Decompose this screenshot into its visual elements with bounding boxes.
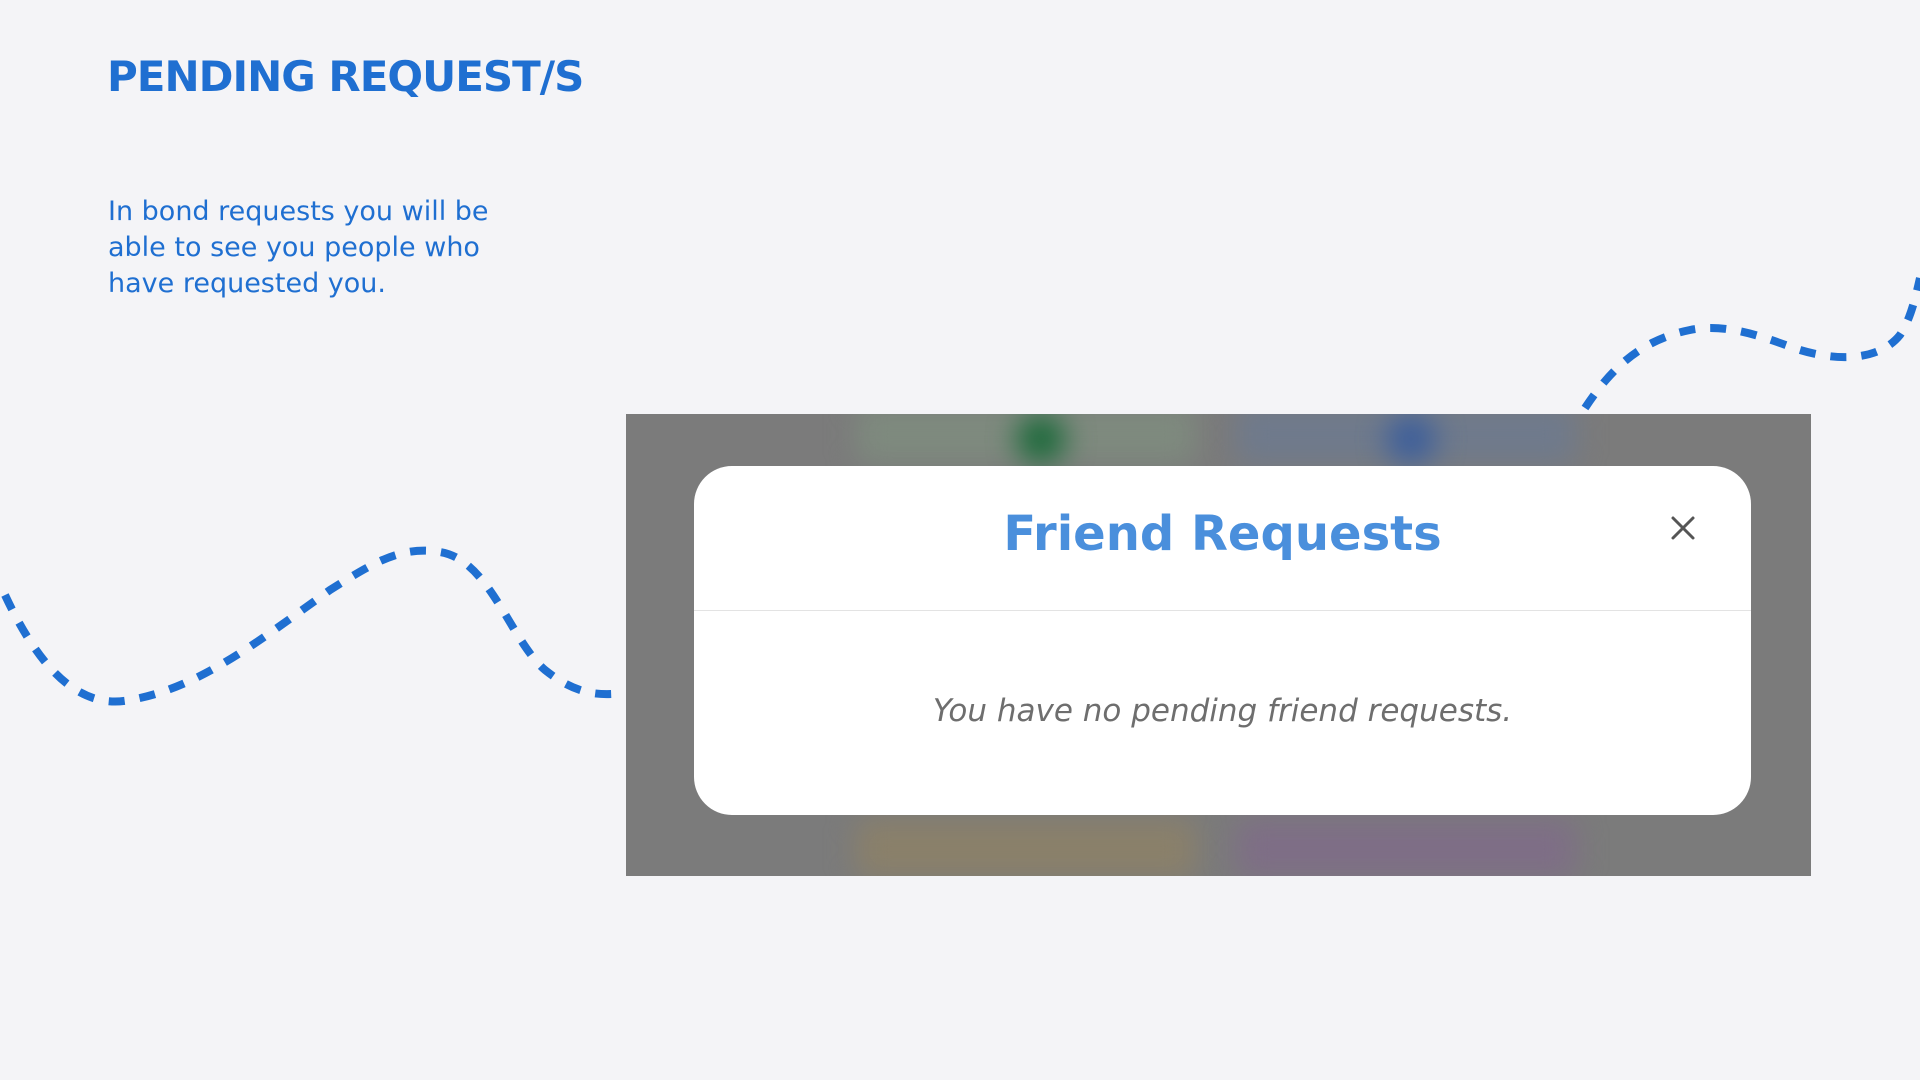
- close-icon: [1671, 516, 1695, 540]
- slide-description: In bond requests you will be able to see…: [108, 196, 489, 299]
- empty-state-message: You have no pending friend requests.: [932, 693, 1513, 729]
- blurred-card: [1236, 819, 1576, 876]
- friend-requests-modal: Friend Requests You have no pending frie…: [694, 466, 1751, 815]
- close-button[interactable]: [1665, 510, 1701, 546]
- blurred-avatar: [1386, 414, 1436, 464]
- modal-title: Friend Requests: [1003, 506, 1442, 562]
- modal-header: Friend Requests: [694, 466, 1751, 611]
- app-screenshot: Friend Requests You have no pending frie…: [626, 414, 1811, 876]
- blurred-card: [856, 819, 1196, 876]
- blurred-avatar: [1016, 414, 1066, 464]
- page-title: PENDING REQUEST/S: [107, 52, 584, 101]
